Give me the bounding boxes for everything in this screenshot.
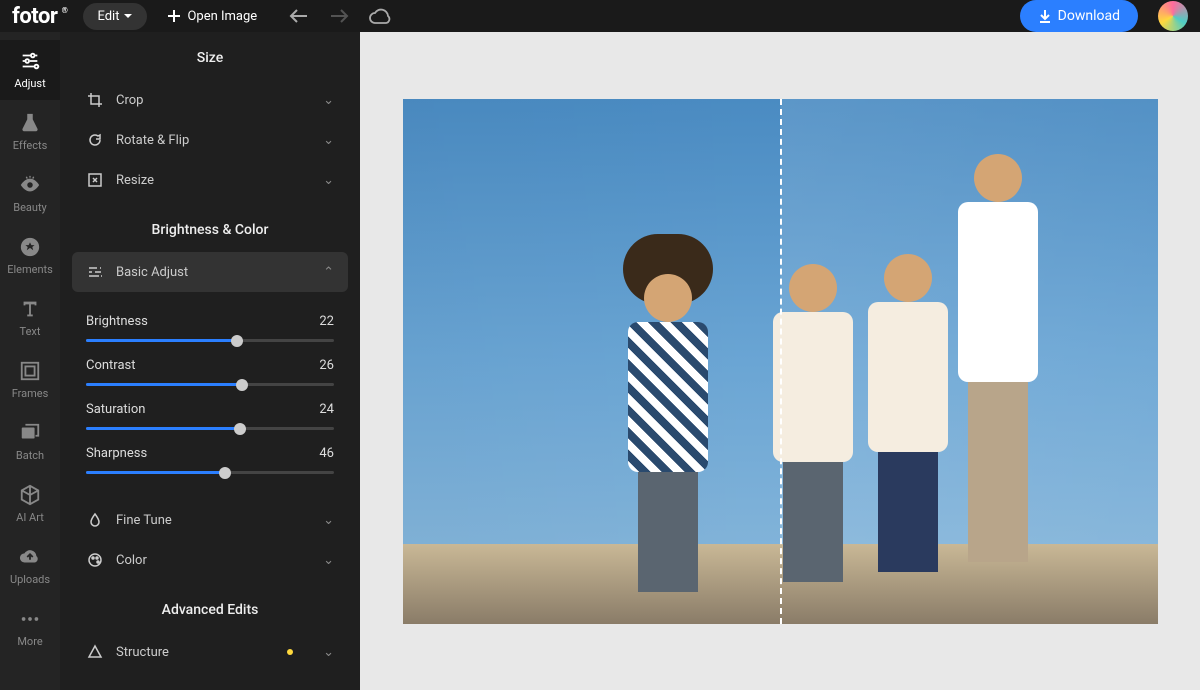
sliders-icon xyxy=(19,50,41,72)
user-avatar[interactable] xyxy=(1158,1,1188,31)
slider-contrast: Contrast26 xyxy=(86,358,334,386)
sharpness-slider[interactable] xyxy=(86,471,334,474)
dots-icon xyxy=(19,608,41,630)
slider-saturation: Saturation24 xyxy=(86,402,334,430)
chevron-down-icon: ⌄ xyxy=(323,513,334,528)
slider-thumb[interactable] xyxy=(231,335,243,347)
edited-image[interactable] xyxy=(403,99,1158,624)
resize-icon xyxy=(86,172,104,188)
frame-icon xyxy=(19,360,41,382)
crop-icon xyxy=(86,92,104,108)
top-bar: fotor® Edit Open Image Download xyxy=(0,0,1200,32)
chevron-down-icon: ⌄ xyxy=(323,93,334,108)
nav-elements[interactable]: Elements xyxy=(0,226,60,286)
brightness-value: 22 xyxy=(319,314,334,329)
cube-icon xyxy=(19,484,41,506)
panel-item-color[interactable]: Color ⌄ xyxy=(72,540,348,580)
slider-thumb[interactable] xyxy=(234,423,246,435)
nav-effects[interactable]: Effects xyxy=(0,102,60,162)
contrast-slider[interactable] xyxy=(86,383,334,386)
canvas-area: ‹ xyxy=(360,32,1200,690)
nav-beauty[interactable]: Beauty xyxy=(0,164,60,224)
nav-more[interactable]: More xyxy=(0,598,60,658)
logo: fotor® xyxy=(12,4,67,29)
nav-adjust[interactable]: Adjust xyxy=(0,40,60,100)
download-icon xyxy=(1038,9,1052,23)
basic-adjust-sliders: Brightness22 Contrast26 Saturation24 Sha… xyxy=(72,292,348,500)
chevron-down-icon: ⌄ xyxy=(323,173,334,188)
section-title-brightness: Brightness & Color xyxy=(72,222,348,238)
redo-button[interactable] xyxy=(329,8,349,24)
download-button[interactable]: Download xyxy=(1020,0,1138,32)
chevron-up-icon: ⌃ xyxy=(323,265,334,280)
panel-item-finetune[interactable]: Fine Tune ⌄ xyxy=(72,500,348,540)
slider-sharpness: Sharpness46 xyxy=(86,446,334,474)
edit-dropdown-button[interactable]: Edit xyxy=(83,3,147,30)
triangle-icon xyxy=(86,644,104,660)
saturation-value: 24 xyxy=(319,402,334,417)
compare-split-line[interactable] xyxy=(780,99,782,624)
slider-brightness: Brightness22 xyxy=(86,314,334,342)
text-icon xyxy=(19,298,41,320)
adjust-panel: Size Crop ⌄ Rotate & Flip ⌄ Resize ⌄ Bri… xyxy=(60,32,360,690)
nav-frames[interactable]: Frames xyxy=(0,350,60,410)
eye-icon xyxy=(19,174,41,196)
saturation-slider[interactable] xyxy=(86,427,334,430)
open-image-button[interactable]: Open Image xyxy=(167,9,257,24)
upload-cloud-icon xyxy=(19,546,41,568)
panel-item-rotate[interactable]: Rotate & Flip ⌄ xyxy=(72,120,348,160)
slider-thumb[interactable] xyxy=(219,467,231,479)
undo-button[interactable] xyxy=(289,8,309,24)
chevron-down-icon: ⌄ xyxy=(323,645,334,660)
chevron-down-icon: ⌄ xyxy=(323,553,334,568)
section-title-size: Size xyxy=(72,50,348,66)
cloud-save-button[interactable] xyxy=(369,8,391,24)
drop-icon xyxy=(86,512,104,528)
nav-batch[interactable]: Batch xyxy=(0,412,60,472)
palette-icon xyxy=(86,552,104,568)
left-nav: Adjust Effects Beauty Elements Text Fram… xyxy=(0,32,60,690)
contrast-value: 26 xyxy=(319,358,334,373)
panel-item-resize[interactable]: Resize ⌄ xyxy=(72,160,348,200)
adjust-icon xyxy=(86,264,104,280)
panel-item-crop[interactable]: Crop ⌄ xyxy=(72,80,348,120)
nav-aiart[interactable]: AI Art xyxy=(0,474,60,534)
rotate-icon xyxy=(86,132,104,148)
chevron-down-icon xyxy=(123,11,133,21)
brightness-slider[interactable] xyxy=(86,339,334,342)
badge-dot xyxy=(287,649,293,655)
star-circle-icon xyxy=(19,236,41,258)
images-icon xyxy=(19,422,41,444)
sharpness-value: 46 xyxy=(319,446,334,461)
flask-icon xyxy=(19,112,41,134)
nav-text[interactable]: Text xyxy=(0,288,60,348)
panel-item-structure[interactable]: Structure ⌄ xyxy=(72,632,348,672)
plus-icon xyxy=(167,9,181,23)
chevron-down-icon: ⌄ xyxy=(323,133,334,148)
section-title-advanced: Advanced Edits xyxy=(72,602,348,618)
nav-uploads[interactable]: Uploads xyxy=(0,536,60,596)
panel-item-basic-adjust[interactable]: Basic Adjust ⌃ xyxy=(72,252,348,292)
slider-thumb[interactable] xyxy=(236,379,248,391)
